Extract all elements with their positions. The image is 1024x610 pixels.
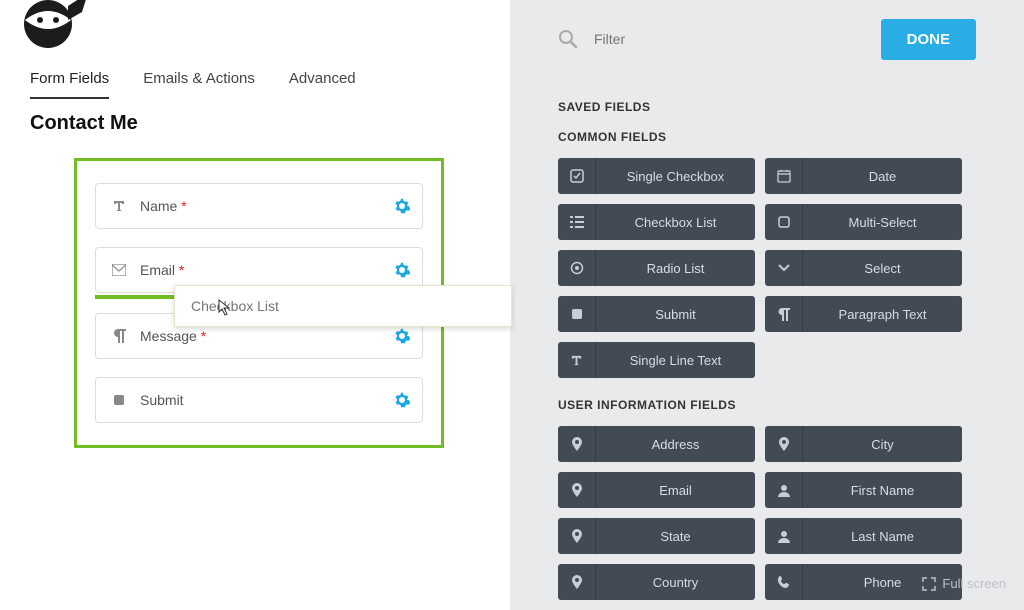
fieldtype-label: Submit	[596, 307, 755, 322]
pin-icon	[558, 426, 596, 462]
tab-emails-actions[interactable]: Emails & Actions	[143, 70, 255, 99]
paragraph-icon	[110, 329, 128, 343]
fieldtype-label: Checkbox List	[596, 215, 755, 230]
filter-input[interactable]	[594, 31, 794, 47]
fieldtype-radio-list[interactable]: Radio List	[558, 250, 755, 286]
pin-icon	[558, 518, 596, 554]
fieldtype-label: City	[803, 437, 962, 452]
list-icon	[558, 204, 596, 240]
fieldtype-date[interactable]: Date	[765, 158, 962, 194]
builder-tabs: Form Fields Emails & Actions Advanced	[30, 70, 356, 99]
search-wrap	[558, 29, 794, 49]
field-label: Submit	[140, 392, 184, 408]
user-icon	[765, 472, 803, 508]
section-userinfo: USER INFORMATION FIELDS	[558, 398, 976, 412]
text-icon	[558, 342, 596, 378]
field-label: Message *	[140, 328, 206, 344]
user-icon	[765, 518, 803, 554]
field-label: Name *	[140, 198, 187, 214]
phone-icon	[765, 564, 803, 600]
fieldtype-label: Paragraph Text	[803, 307, 962, 322]
gear-icon[interactable]	[394, 328, 410, 344]
square-icon	[110, 394, 128, 406]
cursor-icon	[218, 299, 234, 317]
fieldtype-checkbox-list[interactable]: Checkbox List	[558, 204, 755, 240]
fieldtype-label: Last Name	[803, 529, 962, 544]
fieldtype-label: Country	[596, 575, 755, 590]
drawer-header: DONE	[558, 0, 976, 78]
fieldtype-label: Address	[596, 437, 755, 452]
fieldtype-label: State	[596, 529, 755, 544]
expand-icon	[922, 577, 936, 591]
fieldtype-label: First Name	[803, 483, 962, 498]
pin-icon	[765, 426, 803, 462]
text-icon	[110, 199, 128, 213]
fieldtype-address[interactable]: Address	[558, 426, 755, 462]
fieldtype-city[interactable]: City	[765, 426, 962, 462]
section-common: COMMON FIELDS	[558, 130, 976, 144]
pin-icon	[558, 564, 596, 600]
chevron-down-icon	[765, 250, 803, 286]
section-saved: SAVED FIELDS	[558, 100, 976, 114]
check-square-icon	[558, 158, 596, 194]
fieldtype-label: Radio List	[596, 261, 755, 276]
common-fields-grid: Single Checkbox Date Checkbox List Multi…	[558, 158, 976, 378]
fieldtype-single-checkbox[interactable]: Single Checkbox	[558, 158, 755, 194]
square-icon	[558, 296, 596, 332]
pin-icon	[558, 472, 596, 508]
fieldtype-email[interactable]: Email	[558, 472, 755, 508]
fieldtype-last-name[interactable]: Last Name	[765, 518, 962, 554]
done-button[interactable]: DONE	[881, 19, 976, 60]
dot-circle-icon	[558, 250, 596, 286]
field-row[interactable]: Name *	[95, 183, 423, 229]
logo	[10, 0, 90, 50]
fullscreen-toggle[interactable]: Full screen	[922, 576, 1006, 591]
fieldtype-submit[interactable]: Submit	[558, 296, 755, 332]
gear-icon[interactable]	[394, 262, 410, 278]
fieldtype-select[interactable]: Select	[765, 250, 962, 286]
form-title: Contact Me	[30, 112, 138, 135]
fieldtype-label: Multi-Select	[803, 215, 962, 230]
fieldtype-label: Select	[803, 261, 962, 276]
calendar-icon	[765, 158, 803, 194]
paragraph-icon	[765, 296, 803, 332]
fieldtype-state[interactable]: State	[558, 518, 755, 554]
fieldtype-label: Single Checkbox	[596, 169, 755, 184]
field-row[interactable]: Submit	[95, 377, 423, 423]
field-label: Email *	[140, 262, 184, 278]
tab-advanced[interactable]: Advanced	[289, 70, 356, 99]
square-o-icon	[765, 204, 803, 240]
fieldtype-label: Email	[596, 483, 755, 498]
fieldtype-paragraph-text[interactable]: Paragraph Text	[765, 296, 962, 332]
search-icon	[558, 29, 578, 49]
userinfo-fields-grid: Address City Email First Name State Last…	[558, 426, 976, 600]
envelope-icon	[110, 264, 128, 276]
fullscreen-label: Full screen	[942, 576, 1006, 591]
fieldtype-single-line-text[interactable]: Single Line Text	[558, 342, 755, 378]
fields-drawer: DONE SAVED FIELDS COMMON FIELDS Single C…	[510, 0, 1024, 599]
fieldtype-label: Date	[803, 169, 962, 184]
fieldtype-label: Single Line Text	[596, 353, 755, 368]
gear-icon[interactable]	[394, 198, 410, 214]
tab-form-fields[interactable]: Form Fields	[30, 70, 109, 99]
gear-icon[interactable]	[394, 392, 410, 408]
fieldtype-first-name[interactable]: First Name	[765, 472, 962, 508]
fieldtype-multiselect[interactable]: Multi-Select	[765, 204, 962, 240]
fieldtype-country[interactable]: Country	[558, 564, 755, 600]
